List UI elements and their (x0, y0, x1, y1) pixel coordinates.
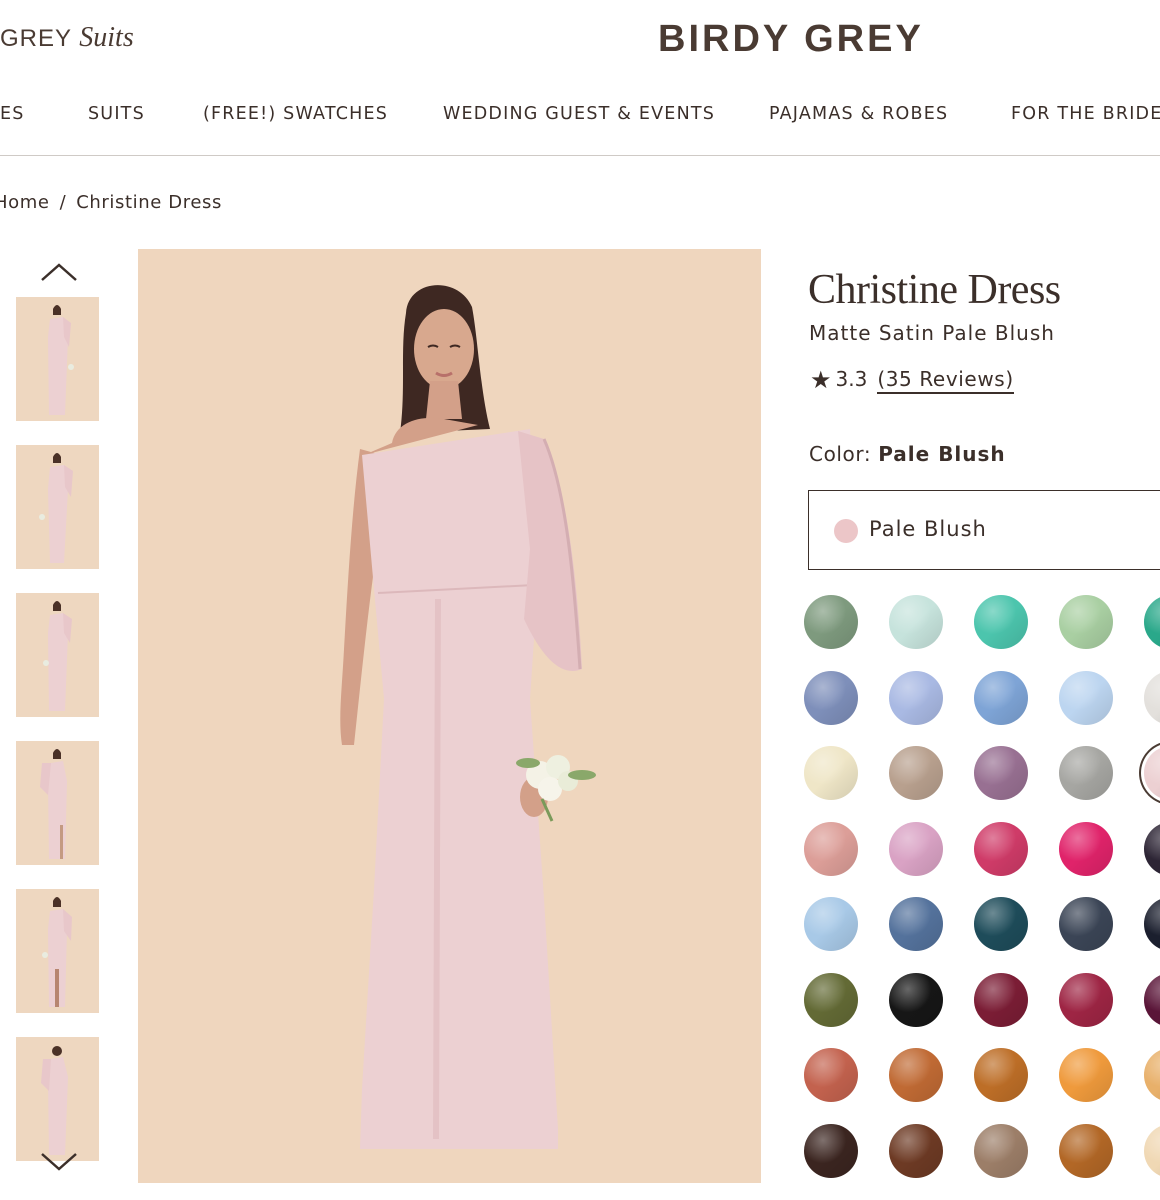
color-swatch[interactable] (1059, 821, 1113, 876)
star-icon: ★ (810, 366, 832, 394)
color-swatch[interactable] (1144, 821, 1160, 876)
nav-item-for-the-bride[interactable]: FOR THE BRIDE (1011, 104, 1160, 124)
color-swatch[interactable] (804, 821, 858, 876)
thumbnail-down-chevron-icon[interactable] (40, 1152, 78, 1172)
main-nav: ES SUITS (FREE!) SWATCHES WEDDING GUEST … (0, 104, 1160, 134)
color-swatch[interactable] (974, 897, 1028, 951)
sub-brand-logo[interactable]: GREY Suits (0, 22, 134, 54)
color-swatch[interactable] (1059, 1123, 1113, 1178)
color-swatch[interactable] (1059, 972, 1113, 1027)
selected-color-name: Pale Blush (869, 517, 987, 541)
breadcrumb-home[interactable]: Home (0, 192, 50, 213)
color-swatch[interactable] (974, 595, 1028, 649)
rating-row: ★ 3.3 (35 Reviews) (810, 366, 1014, 394)
color-swatch[interactable] (1144, 1123, 1160, 1178)
sub-brand-suffix: Suits (79, 22, 134, 53)
thumbnail-side[interactable] (16, 445, 99, 569)
product-subtitle: Matte Satin Pale Blush (809, 321, 1055, 345)
rating-value: 3.3 (835, 367, 868, 391)
nav-item-suits[interactable]: SUITS (88, 104, 145, 124)
main-product-image[interactable] (138, 249, 761, 1183)
thumbnail-walking[interactable] (16, 889, 99, 1013)
color-swatch[interactable] (974, 1048, 1028, 1102)
color-swatch[interactable] (1144, 595, 1160, 649)
color-swatch[interactable] (889, 821, 943, 876)
color-swatch[interactable] (1059, 1048, 1113, 1102)
color-swatch[interactable] (889, 972, 943, 1027)
thumbnail-up-chevron-icon[interactable] (40, 262, 78, 282)
selected-color-dot (834, 519, 858, 543)
color-swatch[interactable] (1059, 595, 1113, 649)
color-swatch[interactable] (889, 670, 943, 725)
color-swatch[interactable] (804, 1123, 858, 1178)
breadcrumb: Home / Christine Dress (0, 192, 222, 213)
color-swatch[interactable] (804, 972, 858, 1027)
thumbnail-front[interactable] (16, 297, 99, 421)
nav-item-wedding-guest[interactable]: WEDDING GUEST & EVENTS (443, 104, 715, 124)
color-select-dropdown[interactable]: Pale Blush (808, 490, 1160, 570)
sub-brand-prefix: GREY (0, 25, 72, 52)
nav-divider (0, 155, 1160, 156)
color-swatch[interactable] (889, 595, 943, 649)
breadcrumb-separator: / (59, 192, 67, 213)
color-swatch[interactable] (974, 821, 1028, 876)
color-swatch[interactable] (889, 1048, 943, 1102)
dress-model-illustration (340, 285, 596, 1149)
color-label: Color: Pale Blush (809, 442, 1006, 466)
color-swatch[interactable] (974, 972, 1028, 1027)
color-swatch[interactable] (1144, 670, 1160, 725)
color-swatch[interactable] (804, 746, 858, 800)
color-swatch[interactable] (1059, 897, 1113, 951)
brand-logo[interactable]: BIRDY GREY (658, 18, 924, 61)
color-swatch[interactable] (889, 746, 943, 800)
color-swatch[interactable] (889, 897, 943, 951)
color-swatch[interactable] (1144, 972, 1160, 1027)
color-label-prefix: Color: (809, 442, 872, 466)
color-swatch[interactable] (1059, 746, 1113, 800)
breadcrumb-current: Christine Dress (76, 192, 222, 213)
color-swatch[interactable] (974, 1123, 1028, 1178)
thumbnail-three-quarter[interactable] (16, 593, 99, 717)
color-swatch[interactable] (974, 670, 1028, 725)
color-label-value: Pale Blush (878, 442, 1006, 466)
color-swatch[interactable] (1144, 746, 1160, 800)
color-swatch[interactable] (1144, 1048, 1160, 1102)
color-swatch[interactable] (804, 1048, 858, 1102)
nav-item-swatches[interactable]: (FREE!) SWATCHES (203, 104, 388, 124)
color-swatch[interactable] (1144, 897, 1160, 951)
nav-item-pajamas-robes[interactable]: PAJAMAS & ROBES (769, 104, 948, 124)
color-swatch[interactable] (804, 897, 858, 951)
reviews-link[interactable]: (35 Reviews) (877, 367, 1014, 394)
thumbnail-back[interactable] (16, 1037, 99, 1161)
thumbnail-slit[interactable] (16, 741, 99, 865)
color-swatch[interactable] (1059, 670, 1113, 725)
color-swatch[interactable] (889, 1123, 943, 1178)
color-swatch[interactable] (804, 670, 858, 725)
color-swatch[interactable] (974, 746, 1028, 800)
nav-item-dresses[interactable]: ES (0, 104, 25, 124)
color-swatch[interactable] (804, 595, 858, 649)
product-title: Christine Dress (808, 267, 1061, 313)
